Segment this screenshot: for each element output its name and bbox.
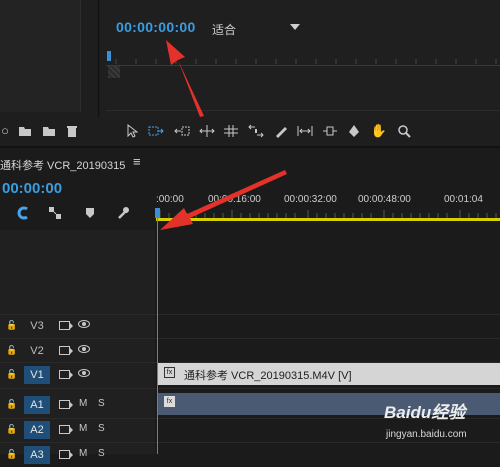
annotation-arrow-icon bbox=[166, 40, 204, 117]
watermark-brand: Baidu经验 bbox=[384, 403, 466, 422]
watermark: Baidu经验 jingyan.baidu.com bbox=[384, 392, 500, 454]
annotation-arrow-icon bbox=[160, 170, 287, 230]
watermark-url: jingyan.baidu.com bbox=[386, 429, 467, 440]
annotation-arrows bbox=[160, 40, 287, 230]
